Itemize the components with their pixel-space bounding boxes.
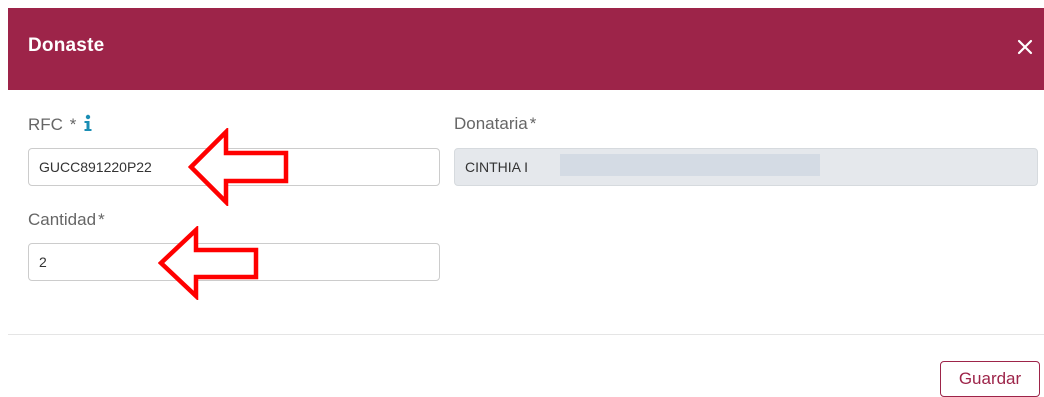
arrow-left-icon <box>188 128 289 206</box>
cantidad-label-text: Cantidad <box>28 210 97 229</box>
dialog-title: Donaste <box>28 35 105 56</box>
arrow-left-icon <box>158 226 259 300</box>
donataria-label: Donataria * <box>454 114 536 134</box>
donation-dialog: Donaste RFC * Donataria* Cantidad* <box>0 0 1044 397</box>
rfc-label: RFC * <box>28 114 93 137</box>
cantidad-label: Cantidad * <box>28 210 105 230</box>
donataria-label-text: Donataria <box>454 114 528 133</box>
rfc-required-mark: * <box>69 115 77 134</box>
footer-divider <box>8 334 1044 335</box>
rfc-label-text: RFC <box>28 115 63 134</box>
donataria-required-mark: * <box>529 114 537 133</box>
cantidad-required-mark: * <box>98 210 105 229</box>
save-button[interactable]: Guardar <box>940 361 1040 397</box>
info-icon[interactable] <box>83 114 93 137</box>
close-icon <box>1017 39 1033 55</box>
redacted-name-block <box>560 154 820 176</box>
dialog-header: Donaste <box>8 8 1044 90</box>
close-button[interactable] <box>1010 30 1040 64</box>
